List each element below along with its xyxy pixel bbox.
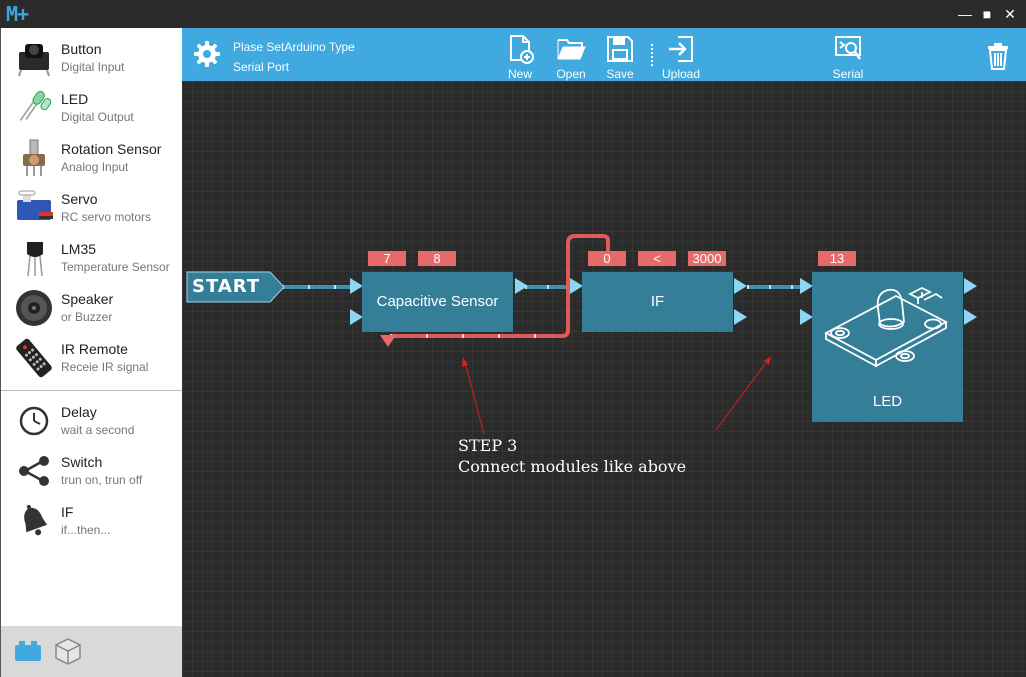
upload-icon: [669, 36, 693, 62]
sidebar-item-ir-remote[interactable]: IR Remote Receie IR signal: [1, 332, 183, 382]
operator-param[interactable]: <: [638, 251, 676, 266]
capacitive-sensor-block[interactable]: Capacitive Sensor: [362, 272, 513, 332]
sidebar-item-title: Delay: [61, 404, 97, 420]
speaker-icon: [13, 288, 55, 328]
block-title: IF: [650, 293, 665, 310]
sidebar-item-title: LM35: [61, 241, 97, 257]
sidebar-item-subtitle: RC servo motors: [61, 210, 152, 224]
sidebar-item-title: LED: [61, 91, 89, 107]
sidebar-item-led[interactable]: LED Digital Output: [1, 82, 183, 132]
sidebar-item-title: Speaker: [61, 291, 114, 307]
sidebar-item-delay[interactable]: Delay wait a second: [1, 395, 183, 445]
sidebar-item-title: Button: [61, 41, 102, 57]
sidebar-item-switch[interactable]: Switch trun on, trun off: [1, 445, 183, 495]
sidebar-footer: [1, 626, 183, 677]
title-bar: M+ — ■ ✕: [0, 0, 1026, 28]
clock-icon: [13, 401, 55, 441]
annotation-arrow: [464, 361, 485, 435]
output-port: [964, 309, 977, 325]
output-port: [515, 278, 528, 294]
servo-icon: [13, 188, 55, 228]
sidebar-item-subtitle: if...then...: [61, 523, 111, 537]
led-block[interactable]: LED: [812, 272, 963, 422]
block-title: LED: [872, 393, 903, 410]
maximize-button[interactable]: ■: [976, 4, 998, 24]
threshold-param[interactable]: 3000: [688, 251, 726, 266]
temperature-sensor-icon: [13, 238, 55, 278]
sidebar-item-subtitle: Digital Input: [61, 60, 125, 74]
arduino-type-label[interactable]: Plase SetArduino Type: [233, 40, 355, 54]
trash-icon: [988, 43, 1008, 70]
pin-param[interactable]: 7: [368, 251, 406, 266]
start-label: START: [192, 276, 261, 297]
upload-button-label: Upload: [661, 67, 701, 81]
bell-icon: [13, 501, 55, 541]
sidebar-item-title: Rotation Sensor: [61, 141, 162, 157]
toolbar: Plase SetArduino Type Serial Port New Op…: [182, 28, 1026, 81]
sidebar-item-rotation-sensor[interactable]: Rotation Sensor Analog Input: [1, 132, 183, 182]
sidebar-item-title: IF: [61, 504, 74, 520]
potentiometer-icon: [13, 138, 55, 178]
sidebar-item-title: Switch: [61, 454, 103, 470]
sidebar-item-subtitle: or Buzzer: [61, 310, 113, 324]
sidebar-item-title: IR Remote: [61, 341, 128, 357]
settings-gear-icon[interactable]: [194, 41, 220, 67]
output-port: [734, 278, 747, 294]
sidebar-item-subtitle: Temperature Sensor: [61, 260, 170, 274]
share-icon: [13, 451, 55, 491]
pin-param[interactable]: 8: [418, 251, 456, 266]
led-icon: [13, 88, 55, 128]
save-button[interactable]: Save: [595, 32, 645, 81]
led-board-icon: [824, 286, 948, 368]
output-port: [964, 278, 977, 294]
value-param[interactable]: 0: [588, 251, 626, 266]
if-block[interactable]: IF: [582, 272, 733, 332]
annotation-arrow: [715, 359, 769, 431]
sidebar-item-subtitle: wait a second: [61, 423, 135, 437]
save-button-label: Save: [606, 67, 634, 81]
delete-button[interactable]: [974, 32, 1022, 80]
output-port: [734, 309, 747, 325]
sidebar-item-lm35[interactable]: LM35 Temperature Sensor: [1, 232, 183, 282]
pin-param[interactable]: 13: [818, 251, 856, 266]
close-button[interactable]: ✕: [999, 4, 1021, 24]
instruction-text: STEP 3 Connect modules like above: [458, 436, 687, 476]
open-button[interactable]: Open: [546, 32, 596, 81]
sidebar-item-speaker[interactable]: Speaker or Buzzer: [1, 282, 183, 332]
sidebar-divider: [1, 390, 183, 391]
serial-button[interactable]: Serial: [823, 32, 873, 81]
floppy-disk-icon: [607, 36, 633, 62]
minimize-button[interactable]: —: [954, 4, 976, 24]
sidebar-item-subtitle: Digital Output: [61, 110, 134, 124]
app-logo: M+: [6, 2, 29, 26]
open-button-label: Open: [556, 67, 586, 81]
sidebar-item-subtitle: Analog Input: [61, 160, 129, 174]
new-button-label: New: [507, 67, 532, 81]
sidebar-item-subtitle: trun on, trun off: [61, 473, 143, 487]
ir-remote-icon: [13, 338, 55, 378]
sidebar-item-if[interactable]: IF if...then...: [1, 495, 183, 545]
blocks-icon[interactable]: [13, 636, 43, 666]
workspace-canvas[interactable]: START Capacitive Sensor 7 8 IF 0 < 3000: [182, 81, 1026, 677]
sidebar-item-servo[interactable]: Servo RC servo motors: [1, 182, 183, 232]
serial-button-label: Serial: [832, 67, 864, 81]
cube-icon[interactable]: [53, 636, 83, 666]
loop-port: [380, 335, 396, 347]
block-title: Capacitive Sensor: [376, 293, 499, 310]
upload-button[interactable]: Upload: [656, 32, 706, 81]
new-button[interactable]: New: [495, 32, 545, 81]
pushbutton-icon: [13, 38, 55, 78]
annotation-arrowhead: [462, 357, 468, 367]
new-file-icon: [510, 35, 534, 64]
sidebar-item-button[interactable]: Button Digital Input: [1, 32, 183, 82]
serial-monitor-icon: [835, 36, 862, 60]
serial-port-label[interactable]: Serial Port: [233, 60, 289, 74]
folder-open-icon: [557, 39, 586, 60]
sidebar-item-subtitle: Receie IR signal: [61, 360, 149, 374]
toolbar-separator: [651, 44, 653, 66]
module-sidebar: Button Digital Input LED Digital Output: [0, 28, 183, 677]
sidebar-item-title: Servo: [61, 191, 98, 207]
